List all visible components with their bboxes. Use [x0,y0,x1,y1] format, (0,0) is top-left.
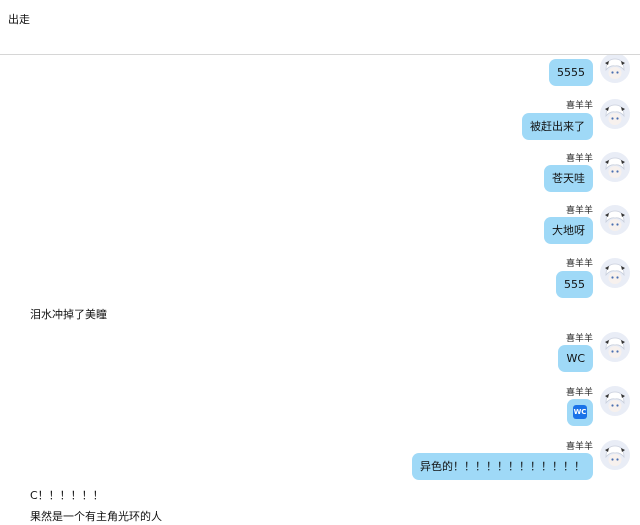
incoming-message-text: 泪水冲掉了美瞳 [30,308,107,321]
message-bubble[interactable]: 异色的！！！！！！！！！！！！ [412,453,593,480]
sender-name: 喜羊羊 [565,259,593,269]
avatar[interactable] [600,55,630,83]
message-bubble[interactable]: 5555 [549,59,593,86]
message-bubble[interactable]: 苍天哇 [544,165,593,192]
message-bubble[interactable]: WC [558,345,593,372]
incoming-message-text: C！！！！！！ [30,489,104,502]
chat-message-list[interactable]: 5555 喜羊羊 被赶出来了 喜羊羊 苍天哇 喜羊羊 大地呀 喜羊羊 555 泪… [0,55,640,525]
avatar[interactable] [600,99,630,129]
wc-emoji-icon: WC [573,405,587,419]
incoming-message-text: 果然是一个有主角光环的人 [30,510,162,523]
message-bubble[interactable]: 大地呀 [544,217,593,244]
chat-title: 出走 [8,13,30,26]
sender-name: 喜羊羊 [565,206,593,216]
message-bubble[interactable]: 555 [556,271,593,298]
avatar[interactable] [600,440,630,470]
sender-name: 喜羊羊 [565,154,593,164]
sender-name: 喜羊羊 [565,442,593,452]
avatar[interactable] [600,205,630,235]
sender-name: 喜羊羊 [565,334,593,344]
emoji-message-bubble[interactable]: WC [567,399,593,426]
message-bubble[interactable]: 被赶出来了 [522,113,593,140]
chat-header: 出走 [0,0,640,55]
avatar[interactable] [600,152,630,182]
sender-name: 喜羊羊 [565,388,593,398]
sender-name: 喜羊羊 [565,101,593,111]
avatar[interactable] [600,386,630,416]
avatar[interactable] [600,332,630,362]
avatar[interactable] [600,258,630,288]
